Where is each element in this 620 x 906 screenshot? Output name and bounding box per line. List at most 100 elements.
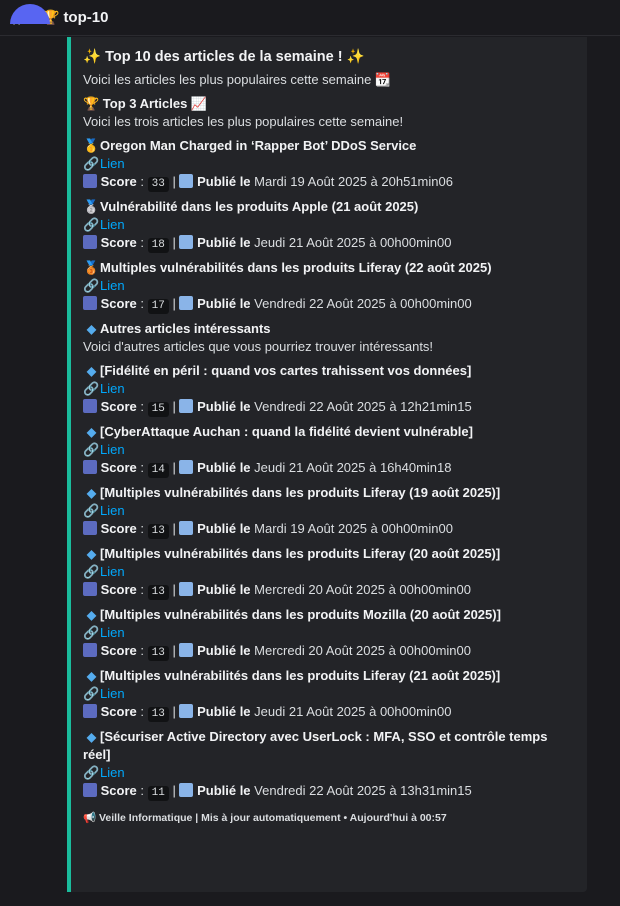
- article-link-line: 🔗Lien: [83, 216, 577, 234]
- score-value: 18: [147, 238, 169, 253]
- published-label: Publié le: [197, 643, 251, 658]
- embed-title: ✨ Top 10 des articles de la semaine ! ✨: [83, 49, 365, 65]
- separator: |: [172, 783, 176, 798]
- top3-heading: 🏆 Top 3 Articles 📈: [83, 96, 208, 111]
- article-meta-line: Score : 14 | Publié le Jeudi 21 Août 202…: [83, 459, 577, 478]
- separator: |: [172, 174, 176, 189]
- link-icon: 🔗: [83, 503, 100, 518]
- published-date: Mercredi 20 Août 2025 à 00h00min00: [254, 643, 471, 658]
- calendar-icon: [179, 460, 194, 474]
- bar-chart-icon: [83, 399, 97, 413]
- embed-footer: 📢 Veille Informatique | Mis à jour autom…: [83, 811, 577, 824]
- score-label: Score: [100, 174, 137, 189]
- calendar-icon: [179, 783, 194, 797]
- link-icon: 🔗: [83, 625, 100, 640]
- article-link-line: 🔗Lien: [83, 441, 577, 459]
- score-value: 15: [147, 402, 169, 417]
- channel-header: # 🏆 top-10: [0, 0, 620, 36]
- calendar-icon: [179, 582, 194, 596]
- published-label: Publié le: [197, 783, 251, 798]
- article-title-line: ◆ [CyberAttaque Auchan : quand la fidélit…: [83, 423, 577, 441]
- article-meta-line: Score : 33 | Publié le Mardi 19 Août 202…: [83, 173, 577, 192]
- medal-icon: 🥉: [83, 260, 100, 275]
- link-icon: 🔗: [83, 381, 100, 396]
- article-link[interactable]: Lien: [100, 564, 125, 579]
- score-label: Score: [100, 235, 137, 250]
- article-item: 🥇Oregon Man Charged in ‘Rapper Bot’ DDoS…: [83, 137, 577, 198]
- article-title-line: ◆ [Multiples vulnérabilités dans les prod…: [83, 484, 577, 502]
- bar-chart-icon: [83, 783, 97, 797]
- published-label: Publié le: [197, 399, 251, 414]
- article-title: Oregon Man Charged in ‘Rapper Bot’ DDoS …: [100, 138, 417, 153]
- top3-desc: Voici les trois articles les plus popula…: [83, 114, 404, 129]
- article-link[interactable]: Lien: [100, 278, 125, 293]
- article-item: ◆ [Sécuriser Active Directory avec UserLo…: [83, 728, 577, 807]
- article-title: [Fidélité en péril : quand vos cartes tr…: [100, 363, 472, 378]
- score-label: Score: [100, 582, 137, 597]
- separator: |: [172, 521, 176, 536]
- diamond-icon: ◆: [86, 608, 97, 622]
- article-link[interactable]: Lien: [100, 625, 125, 640]
- calendar-icon: [179, 643, 194, 657]
- article-link[interactable]: Lien: [100, 503, 125, 518]
- score-value: 14: [147, 463, 169, 478]
- article-link[interactable]: Lien: [100, 156, 125, 171]
- diamond-icon: ◆: [86, 669, 97, 683]
- embed: ✨ Top 10 des articles de la semaine ! ✨ …: [67, 37, 587, 892]
- article-meta-line: Score : 13 | Publié le Mercredi 20 Août …: [83, 581, 577, 600]
- calendar-icon: [179, 174, 194, 188]
- article-link-line: 🔗Lien: [83, 380, 577, 398]
- score-label: Score: [100, 643, 137, 658]
- article-link[interactable]: Lien: [100, 686, 125, 701]
- article-title-line: ◆ [Multiples vulnérabilités dans les prod…: [83, 606, 577, 624]
- published-date: Mardi 19 Août 2025 à 00h00min00: [254, 521, 453, 536]
- others-heading: ◆ Autres articles intéressants: [83, 320, 577, 338]
- diamond-icon: ◆: [86, 730, 97, 744]
- published-date: Jeudi 21 Août 2025 à 16h40min18: [254, 460, 452, 475]
- published-label: Publié le: [197, 582, 251, 597]
- article-link-line: 🔗Lien: [83, 155, 577, 173]
- link-icon: 🔗: [83, 686, 100, 701]
- published-date: Jeudi 21 Août 2025 à 00h00min00: [254, 235, 452, 250]
- link-icon: 🔗: [83, 278, 100, 293]
- article-meta-line: Score : 13 | Publié le Mardi 19 Août 202…: [83, 520, 577, 539]
- channel-name[interactable]: top-10: [63, 9, 108, 26]
- published-label: Publié le: [197, 704, 251, 719]
- article-link[interactable]: Lien: [100, 442, 125, 457]
- article-title: [Multiples vulnérabilités dans les produ…: [100, 668, 501, 683]
- article-link[interactable]: Lien: [100, 765, 125, 780]
- score-value: 33: [147, 177, 169, 192]
- article-link-line: 🔗Lien: [83, 502, 577, 520]
- medal-icon: 🥈: [83, 199, 100, 214]
- calendar-icon: [179, 704, 194, 718]
- score-value: 13: [147, 646, 169, 661]
- published-date: Jeudi 21 Août 2025 à 00h00min00: [254, 704, 452, 719]
- article-link[interactable]: Lien: [100, 381, 125, 396]
- article-title: Multiples vulnérabilités dans les produi…: [100, 260, 492, 275]
- published-date: Vendredi 22 Août 2025 à 12h21min15: [254, 399, 472, 414]
- diamond-icon: ◆: [86, 425, 97, 439]
- bar-chart-icon: [83, 643, 97, 657]
- published-label: Publié le: [197, 521, 251, 536]
- article-title-line: ◆ [Multiples vulnérabilités dans les prod…: [83, 667, 577, 685]
- published-date: Vendredi 22 Août 2025 à 13h31min15: [254, 783, 472, 798]
- published-label: Publié le: [197, 460, 251, 475]
- diamond-icon: ◆: [86, 486, 97, 500]
- article-item: ◆ [Fidélité en péril : quand vos cartes t…: [83, 362, 577, 423]
- article-item: ◆ [Multiples vulnérabilités dans les prod…: [83, 606, 577, 667]
- article-item: ◆ [Multiples vulnérabilités dans les prod…: [83, 545, 577, 606]
- medal-icon: 🥇: [83, 138, 100, 153]
- published-date: Vendredi 22 Août 2025 à 00h00min00: [254, 296, 472, 311]
- separator: |: [172, 582, 176, 597]
- score-value: 11: [147, 786, 169, 801]
- others-list: ◆ [Fidélité en péril : quand vos cartes t…: [83, 362, 577, 807]
- published-label: Publié le: [197, 235, 251, 250]
- separator: |: [172, 399, 176, 414]
- article-link-line: 🔗Lien: [83, 685, 577, 703]
- embed-content: ✨ Top 10 des articles de la semaine ! ✨ …: [83, 47, 577, 824]
- article-item: 🥈Vulnérabilité dans les produits Apple (…: [83, 198, 577, 259]
- calendar-icon: [179, 399, 194, 413]
- score-label: Score: [100, 460, 137, 475]
- article-link[interactable]: Lien: [100, 217, 125, 232]
